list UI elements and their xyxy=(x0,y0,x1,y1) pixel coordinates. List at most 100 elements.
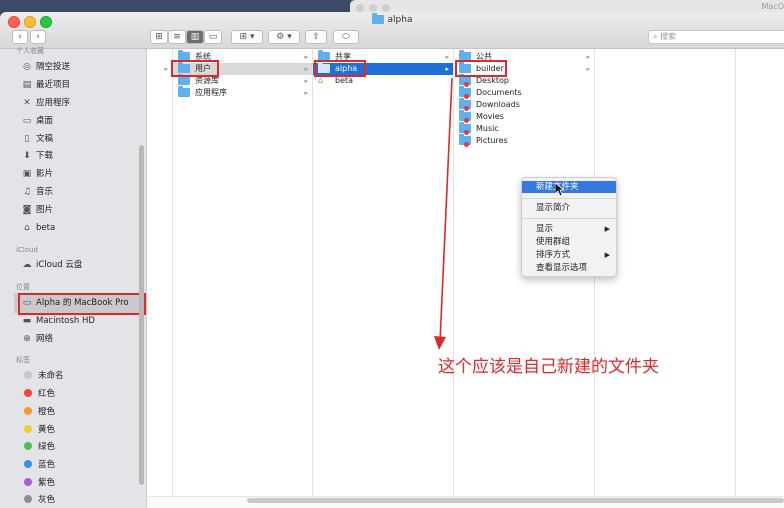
cloud-icon: ☁ xyxy=(22,260,32,270)
gear-icon: ⚙ xyxy=(276,32,285,42)
sidebar-item-pictures[interactable]: ◙ 图片 xyxy=(22,203,53,217)
chevron-right-icon: ▸ xyxy=(304,53,308,61)
sidebar-item-macbook-pro[interactable]: ▭ Alpha 的 MacBook Pro xyxy=(22,296,129,310)
sidebar-item-beta[interactable]: ⌂ beta xyxy=(22,221,55,235)
gallery-view-icon[interactable]: ▭ xyxy=(204,30,222,44)
tag-dot-icon xyxy=(24,389,32,397)
sidebar: 个人收藏 ◎ 隔空投送 ▤ 最近项目 ✕ 应用程序 ▭ 桌面 ▯ 文稿 ⬇ 下载 ▣ 影片 ♫… xyxy=(0,47,147,508)
horizontal-scrollbar[interactable] xyxy=(247,498,784,503)
menu-item-get-info[interactable]: 显示简介 xyxy=(522,202,616,214)
column-browser: ▸ 系统 ▸ 用户 ▸ 资源库 ▸ 应用程序 ▸ 共享 ▸ alpha ▸ ⌂ beta 公共… xyxy=(147,49,784,508)
sidebar-item-downloads[interactable]: ⬇ 下载 xyxy=(22,149,53,163)
applications-icon: ✕ xyxy=(23,98,31,108)
column-view-icon[interactable]: ▥ xyxy=(186,30,204,44)
sidebar-tag-purple[interactable]: 紫色 xyxy=(22,476,55,490)
sidebar-item-applications[interactable]: ✕ 应用程序 xyxy=(22,96,70,110)
forward-button[interactable]: › xyxy=(30,30,46,44)
pictures-icon: ◙ xyxy=(22,205,32,215)
list-view-icon[interactable]: ≡ xyxy=(168,30,186,44)
tag-icon: ⬭ xyxy=(342,32,350,42)
documents-icon: ▯ xyxy=(24,134,30,144)
submenu-arrow-icon: ▶ xyxy=(604,225,610,233)
window-title: alpha xyxy=(0,13,784,25)
sidebar-tag-yellow[interactable]: 黄色 xyxy=(22,423,55,437)
sidebar-item-airdrop[interactable]: ◎ 隔空投送 xyxy=(22,60,70,74)
list-item[interactable]: 应用程序 ▸ xyxy=(173,86,312,99)
search-placeholder: 搜索 xyxy=(660,32,677,41)
list-item[interactable]: Movies xyxy=(454,110,594,123)
sidebar-item-icloud-drive[interactable]: ☁ iCloud 云盘 xyxy=(22,258,83,272)
chevron-right-icon: ▸ xyxy=(304,65,308,73)
tag-dot-icon xyxy=(24,407,32,415)
group-button[interactable]: ⊞ ▾ xyxy=(231,30,263,44)
submenu-arrow-icon: ▶ xyxy=(604,251,610,259)
sidebar-item-documents[interactable]: ▯ 文稿 xyxy=(22,132,54,146)
downloads-icon: ⬇ xyxy=(23,151,31,161)
chevron-right-icon: ▸ xyxy=(304,77,308,85)
share-button[interactable]: ⇧ xyxy=(305,30,327,44)
chevron-right-icon: ▸ xyxy=(586,53,590,61)
finder-window: alpha ‹ › ⊞ ≡ ▥ ▭ ⊞ ▾ ⚙ ▾ ⇧ ⬭ ⌕ 搜索 个人收藏 … xyxy=(0,0,784,508)
search-field[interactable]: ⌕ 搜索 xyxy=(648,30,784,44)
sidebar-section-locations: 位置 xyxy=(16,283,30,291)
menu-item-show[interactable]: 显示 ▶ xyxy=(522,223,616,235)
desktop-icon: ▭ xyxy=(22,116,32,126)
annotation-box-alpha xyxy=(314,60,366,77)
back-button[interactable]: ‹ xyxy=(12,30,28,44)
menu-separator xyxy=(522,198,616,199)
tags-button[interactable]: ⬭ xyxy=(333,30,359,44)
sidebar-scrollbar[interactable] xyxy=(139,145,144,485)
sidebar-item-macintosh-hd[interactable]: ▬ Macintosh HD xyxy=(22,314,95,328)
tag-dot-icon xyxy=(24,495,32,503)
laptop-icon: ▭ xyxy=(22,298,32,308)
annotation-arrow xyxy=(434,77,453,350)
home-icon: ⌂ xyxy=(24,223,30,233)
menu-separator xyxy=(522,218,616,219)
mouse-cursor-icon xyxy=(555,183,565,197)
restricted-badge-icon xyxy=(464,142,469,147)
sidebar-tag-untitled[interactable]: 未命名 xyxy=(22,369,64,383)
menu-item-sort-by[interactable]: 排序方式 ▶ xyxy=(522,249,616,261)
action-button[interactable]: ⚙ ▾ xyxy=(268,30,300,44)
tag-dot-icon xyxy=(24,460,32,468)
menu-item-use-groups[interactable]: 使用群组 xyxy=(522,236,616,248)
chevron-right-icon: ▸ xyxy=(304,89,308,97)
sidebar-tag-blue[interactable]: 蓝色 xyxy=(22,458,55,472)
list-item[interactable]: Documents xyxy=(454,86,594,99)
sidebar-tag-orange[interactable]: 橙色 xyxy=(22,405,55,419)
tag-dot-icon xyxy=(24,478,32,486)
view-switcher: ⊞ ≡ ▥ ▭ xyxy=(150,30,222,44)
folder-icon xyxy=(178,86,190,97)
search-icon: ⌕ xyxy=(653,32,658,41)
menu-item-view-options[interactable]: 查看显示选项 xyxy=(522,262,616,274)
folder-icon xyxy=(178,74,190,85)
list-item[interactable]: Pictures xyxy=(454,134,594,147)
sidebar-item-music[interactable]: ♫ 音乐 xyxy=(22,185,53,199)
sidebar-section-favorites: 个人收藏 xyxy=(16,47,44,55)
annotation-box-builder xyxy=(455,60,507,77)
tag-dot-icon xyxy=(24,442,32,450)
recents-icon: ▤ xyxy=(22,80,32,90)
annotation-text: 这个应该是自己新建的文件夹 xyxy=(438,357,659,377)
tag-dot-icon xyxy=(24,425,32,433)
sidebar-item-desktop[interactable]: ▭ 桌面 xyxy=(22,114,53,128)
column-5 xyxy=(736,49,784,498)
list-item[interactable]: Downloads xyxy=(454,98,594,111)
share-icon: ⇧ xyxy=(312,32,320,42)
chevron-right-icon: ▸ xyxy=(445,53,449,61)
sidebar-item-movies[interactable]: ▣ 影片 xyxy=(22,167,53,181)
annotation-box-users xyxy=(171,60,219,77)
movies-icon: ▣ xyxy=(22,169,32,179)
window-title-text: alpha xyxy=(387,15,413,25)
menu-item-new-folder[interactable]: 新建文件夹 xyxy=(522,181,616,193)
sidebar-tag-gray[interactable]: 灰色 xyxy=(22,493,55,507)
list-item[interactable]: ▸ xyxy=(147,63,172,75)
icon-view-icon[interactable]: ⊞ xyxy=(150,30,168,44)
sidebar-item-recents[interactable]: ▤ 最近项目 xyxy=(22,78,70,92)
sidebar-item-network[interactable]: ⊕ 网络 xyxy=(22,332,53,346)
sidebar-tag-green[interactable]: 绿色 xyxy=(22,440,55,454)
context-menu: 新建文件夹 显示简介 显示▶ 使用群组 排序方式▶ 查看显示选项 xyxy=(521,177,617,277)
group-icon: ⊞ xyxy=(239,32,248,42)
list-item[interactable]: Music xyxy=(454,122,594,135)
sidebar-tag-red[interactable]: 红色 xyxy=(22,387,55,401)
